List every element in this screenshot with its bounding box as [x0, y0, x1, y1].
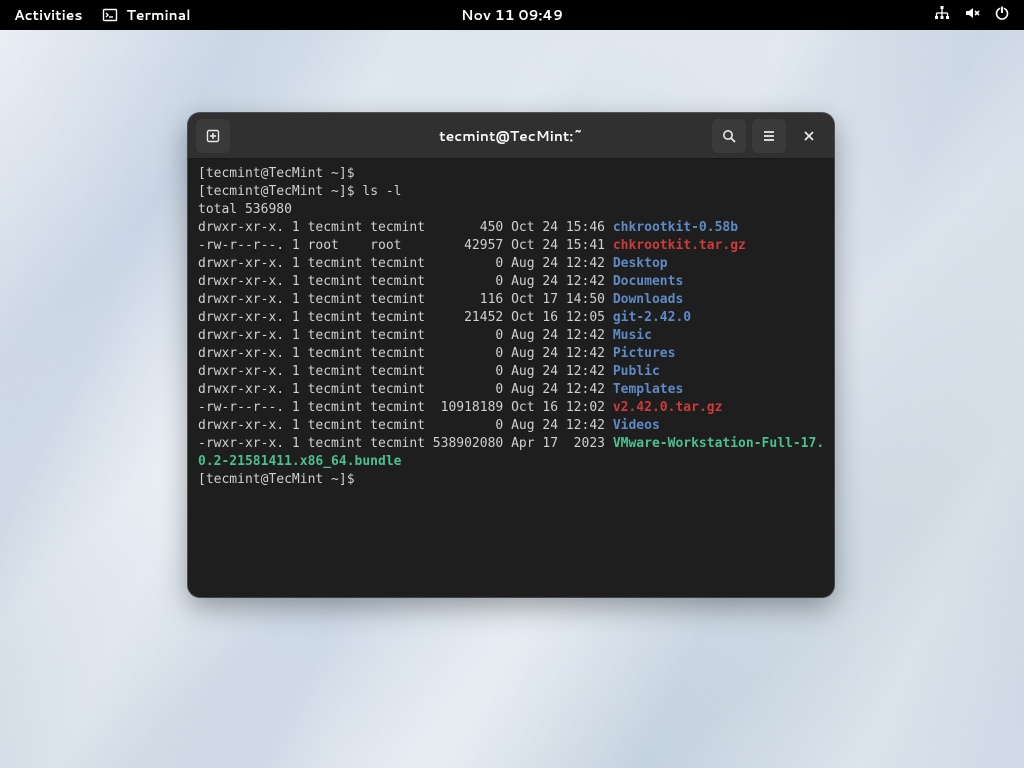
- network-icon[interactable]: [934, 5, 950, 26]
- window-titlebar[interactable]: tecmint@TecMint:~: [188, 113, 834, 159]
- close-button[interactable]: [792, 119, 826, 153]
- power-icon[interactable]: [994, 5, 1010, 26]
- menu-button[interactable]: [752, 119, 786, 153]
- active-app-name: Terminal: [126, 5, 190, 25]
- clock[interactable]: Nov 11 09:49: [461, 5, 563, 25]
- volume-muted-icon[interactable]: [964, 5, 980, 26]
- window-title: tecmint@TecMint:~: [439, 126, 583, 146]
- gnome-topbar: Activities Terminal Nov 11 09:49: [0, 0, 1024, 30]
- activities-button[interactable]: Activities: [14, 5, 82, 25]
- active-app-indicator[interactable]: Terminal: [102, 5, 190, 25]
- search-button[interactable]: [712, 119, 746, 153]
- terminal-icon: [102, 7, 118, 23]
- terminal-window: tecmint@TecMint:~ [tecmint@TecMint ~]$ […: [188, 113, 834, 597]
- new-tab-button[interactable]: [196, 119, 230, 153]
- terminal-output[interactable]: [tecmint@TecMint ~]$ [tecmint@TecMint ~]…: [188, 159, 834, 597]
